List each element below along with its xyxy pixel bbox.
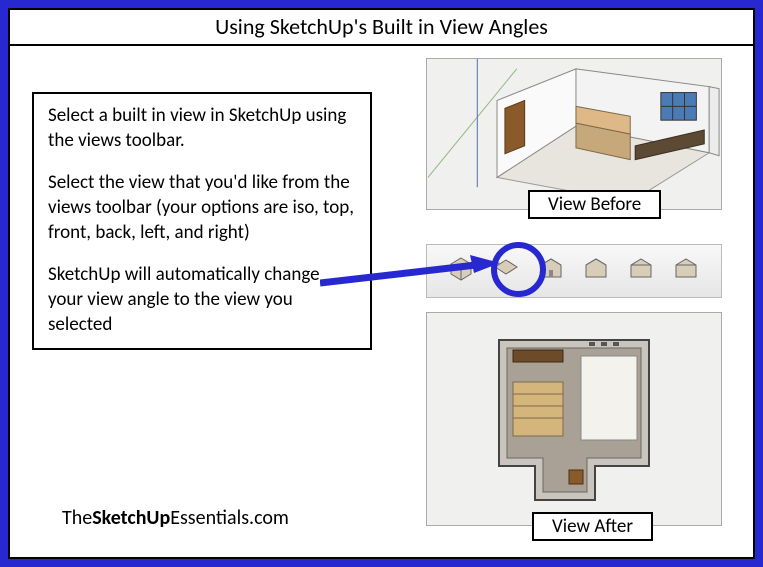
back-view-icon[interactable] — [582, 255, 610, 288]
instructions-box: Select a built in view in SketchUp using… — [32, 92, 372, 350]
instruction-p2: Select the view that you'd like from the… — [48, 171, 356, 245]
views-toolbar — [426, 244, 722, 298]
view-after-label: View After — [532, 512, 653, 541]
branding-mid: Essentials — [170, 506, 249, 530]
instruction-p3: SketchUp will automatically change your … — [48, 263, 356, 337]
view-before-panel — [426, 58, 722, 210]
inner-frame: Using SketchUp's Built in View Angles Se… — [8, 8, 755, 559]
highlight-circle — [491, 242, 546, 297]
branding-text: TheSketchUpEssentials.com — [62, 506, 289, 530]
content-area: Select a built in view in SketchUp using… — [10, 46, 753, 557]
left-view-icon[interactable] — [627, 255, 655, 288]
outer-frame: Using SketchUp's Built in View Angles Se… — [0, 0, 763, 567]
branding-post: .com — [249, 506, 289, 530]
branding-pre: The — [62, 506, 92, 530]
iso-view-icon[interactable] — [447, 255, 475, 288]
view-after-panel — [426, 312, 722, 526]
instruction-p1: Select a built in view in SketchUp using… — [48, 104, 356, 153]
right-view-icon[interactable] — [672, 255, 700, 288]
page-title: Using SketchUp's Built in View Angles — [10, 10, 753, 46]
branding-bold: SketchUp — [92, 506, 170, 530]
room-iso-illustration — [427, 59, 721, 209]
view-before-label: View Before — [528, 190, 661, 219]
room-top-illustration — [479, 324, 669, 514]
